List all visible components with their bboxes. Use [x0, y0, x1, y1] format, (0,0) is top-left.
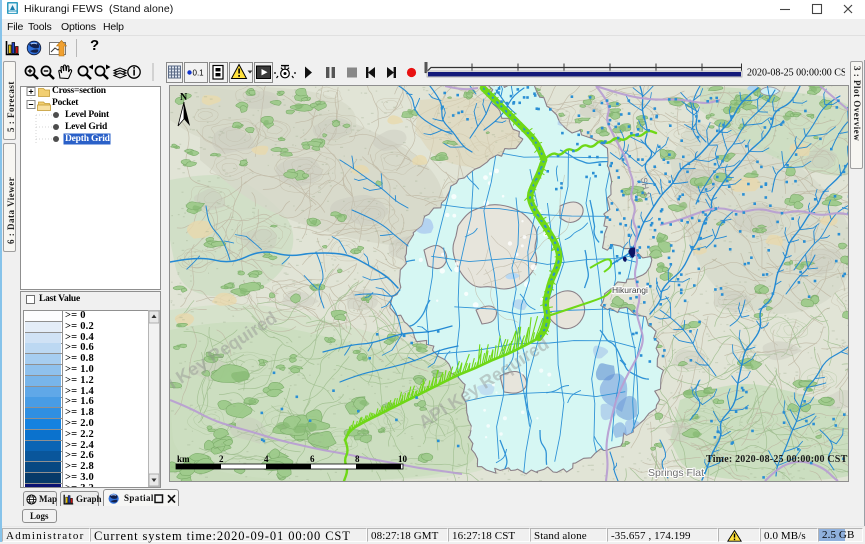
svg-text:6: 6: [310, 454, 315, 464]
svg-text:km: km: [177, 454, 190, 464]
svg-text:Hikurangi: Hikurangi: [612, 285, 648, 295]
svg-text:4: 4: [264, 454, 269, 464]
svg-text:N: N: [180, 92, 188, 103]
svg-text:2020-08-25 00:00:00 CST: 2020-08-25 00:00:00 CST: [747, 68, 845, 79]
svg-text:0.1: 0.1: [193, 69, 205, 78]
svg-text:Time: 2020-08-25 00:00:00 CST: Time: 2020-08-25 00:00:00 CST: [706, 454, 848, 465]
svg-text:8: 8: [355, 454, 360, 464]
svg-text:10: 10: [398, 454, 408, 464]
svg-text:Springs Flat: Springs Flat: [648, 467, 704, 479]
svg-text:2: 2: [219, 454, 224, 464]
